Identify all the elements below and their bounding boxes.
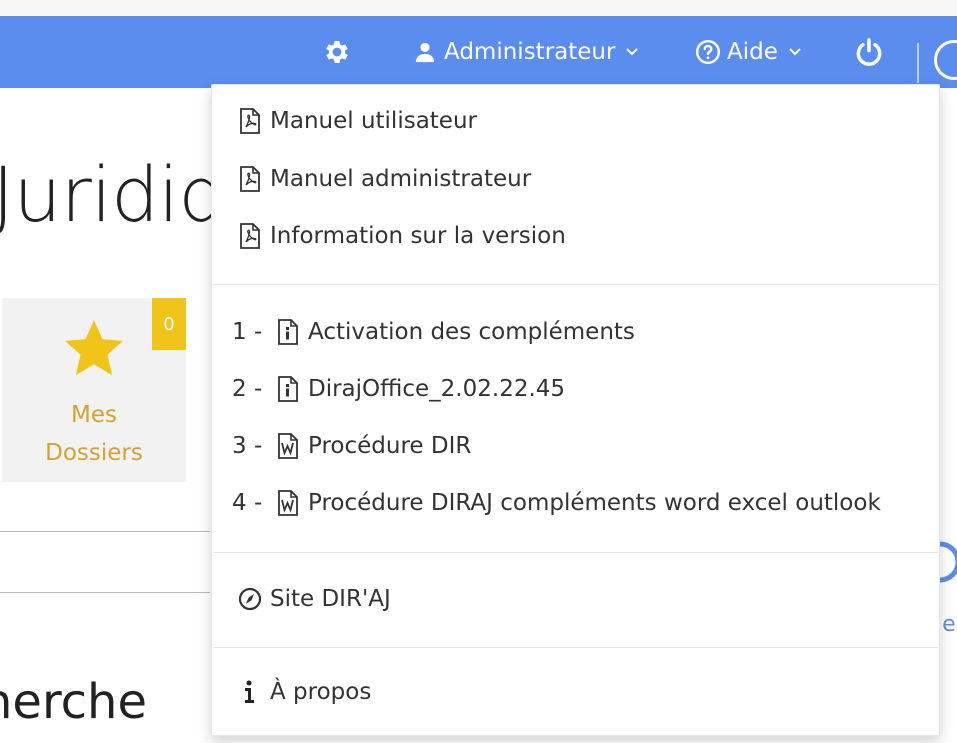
menu-item-version-info[interactable]: Information sur la version (238, 222, 566, 250)
refresh-icon[interactable] (938, 540, 957, 584)
menu-item-doc-2[interactable]: 2 - DirajOffice_2.02.22.45 (232, 375, 565, 403)
tile-count-badge: 0 (152, 298, 186, 350)
section-divider (0, 531, 210, 532)
menu-item-label: Manuel administrateur (270, 166, 532, 192)
logout-button[interactable] (853, 16, 885, 88)
menu-item-site[interactable]: Site DIR'AJ (238, 585, 391, 613)
pdf-icon (240, 108, 260, 134)
help-menu-label: Aide (727, 39, 778, 65)
info-file-icon (278, 319, 298, 345)
settings-button[interactable] (322, 16, 352, 88)
menu-item-user-manual[interactable]: Manuel utilisateur (238, 107, 477, 135)
menu-item-about[interactable]: À propos (238, 678, 371, 706)
globe-icon[interactable] (934, 40, 957, 80)
search-heading: herche (0, 674, 147, 730)
info-file-icon (278, 376, 298, 402)
power-icon (856, 38, 882, 66)
top-navbar: Administrateur Aide (0, 16, 957, 88)
menu-item-doc-1[interactable]: 1 - Activation des compléments (232, 318, 635, 346)
menu-divider (213, 552, 938, 553)
admin-menu-label: Administrateur (444, 39, 616, 65)
menu-item-label: Activation des compléments (308, 319, 635, 345)
menu-item-doc-3[interactable]: 3 - Procédure DIR (232, 432, 471, 460)
menu-item-doc-4[interactable]: 4 - Procédure DIRAJ compléments word exc… (232, 489, 881, 517)
chevron-down-icon (626, 48, 639, 56)
menu-item-label: Manuel utilisateur (270, 108, 477, 134)
tile-label: Mes Dossiers (2, 396, 186, 472)
menu-item-label: Site DIR'AJ (270, 586, 391, 612)
menu-item-label: Information sur la version (270, 223, 566, 249)
tile-label-line2: Dossiers (45, 440, 143, 466)
info-icon (245, 680, 254, 703)
menu-divider (213, 647, 938, 648)
star-icon (65, 320, 123, 376)
gear-icon (326, 41, 348, 63)
chevron-down-icon (789, 48, 801, 56)
menu-item-number: 3 - (232, 433, 263, 459)
menu-item-number: 4 - (232, 490, 263, 516)
help-menu-toggle[interactable]: Aide (695, 16, 802, 88)
pdf-icon (240, 166, 260, 192)
navbar-separator (917, 43, 919, 83)
menu-item-number: 1 - (232, 319, 263, 345)
pdf-icon (240, 223, 260, 249)
user-icon (415, 42, 435, 63)
help-dropdown-menu: Manuel utilisateur Manuel administrateur… (211, 84, 940, 736)
section-divider (0, 592, 210, 593)
menu-item-admin-manual[interactable]: Manuel administrateur (238, 165, 531, 193)
menu-item-number: 2 - (232, 376, 263, 402)
browser-top-strip (0, 0, 957, 16)
menu-item-label: DirajOffice_2.02.22.45 (308, 376, 566, 402)
tile-label-line1: Mes (71, 402, 117, 428)
compass-icon (238, 587, 262, 611)
menu-item-label: Procédure DIR (308, 433, 472, 459)
menu-item-label: Procédure DIRAJ compléments word excel o… (308, 490, 881, 516)
help-circle-icon (695, 39, 721, 65)
page-title: Juridiq (0, 150, 227, 239)
menu-divider (213, 284, 938, 285)
word-file-icon (278, 433, 298, 459)
admin-menu-toggle[interactable]: Administrateur (414, 16, 639, 88)
word-file-icon (278, 490, 298, 516)
menu-item-label: À propos (270, 679, 372, 705)
